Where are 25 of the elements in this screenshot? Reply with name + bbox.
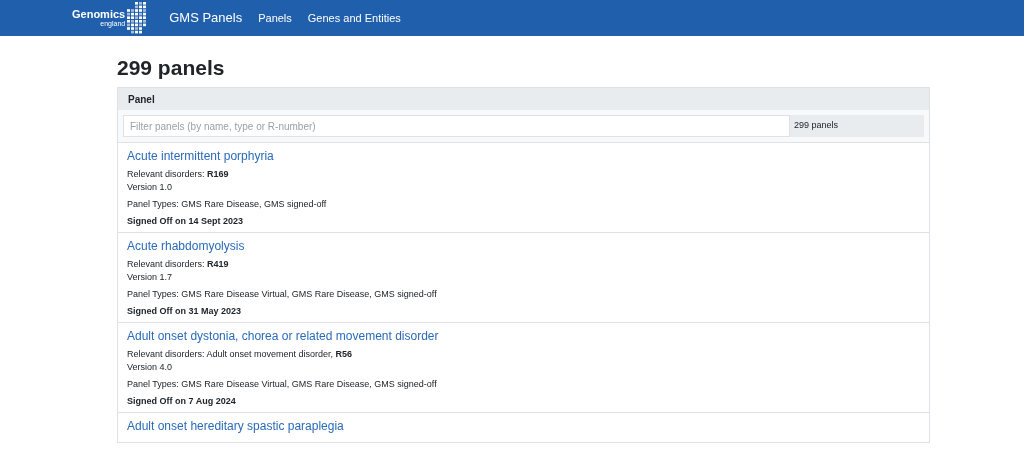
signed-off-date: Signed Off on 7 Aug 2024 [127,395,237,408]
signed-off-date: Signed Off on 31 May 2023 [127,305,243,318]
panel-types: Panel Types: GMS Rare Disease Virtual, GMS Rare Disease, GMS signed-off [127,288,438,301]
relevant-disorders: Relevant disorders: Adult onset movement disorder, R56 [127,348,354,361]
relevant-disorders: Relevant disorders: R419 [127,258,230,271]
panel-link[interactable]: Acute intermittent porphyria [127,148,920,164]
nav-link[interactable]: Genes and Entities [299,9,409,27]
panel-link[interactable]: Adult onset hereditary spastic paraplegia [127,418,920,434]
panel-link[interactable]: Acute rhabdomyolysis [127,238,920,254]
page-title: 299 panels [117,55,226,81]
logo-name[interactable]: Genomics [72,9,126,20]
panel-version: Version 1.0 [127,181,174,194]
panel-link[interactable]: Adult onset dystonia, chorea or related movement disorder [127,328,920,344]
panel-version: Version 1.7 [127,271,174,284]
map-grid-icon [127,2,148,34]
panel-version: Version 4.0 [127,361,174,374]
table-header: Panel [118,88,929,110]
panel-types: Panel Types: GMS Rare Disease Virtual, GMS Rare Disease, GMS signed-off [127,378,438,391]
relevant-disorders: Relevant disorders: R169 [127,168,230,181]
nav-link[interactable]: Panels [250,9,300,27]
nav-link[interactable]: GMS Panels [161,8,251,28]
filter-field[interactable]: Filter panels (by name, type or R-number) [123,115,790,137]
panel-count: 299 panels [790,115,924,137]
signed-off-date: Signed Off on 14 Sept 2023 [127,215,245,228]
panel-types: Panel Types: GMS Rare Disease, GMS signed-off [127,198,328,211]
